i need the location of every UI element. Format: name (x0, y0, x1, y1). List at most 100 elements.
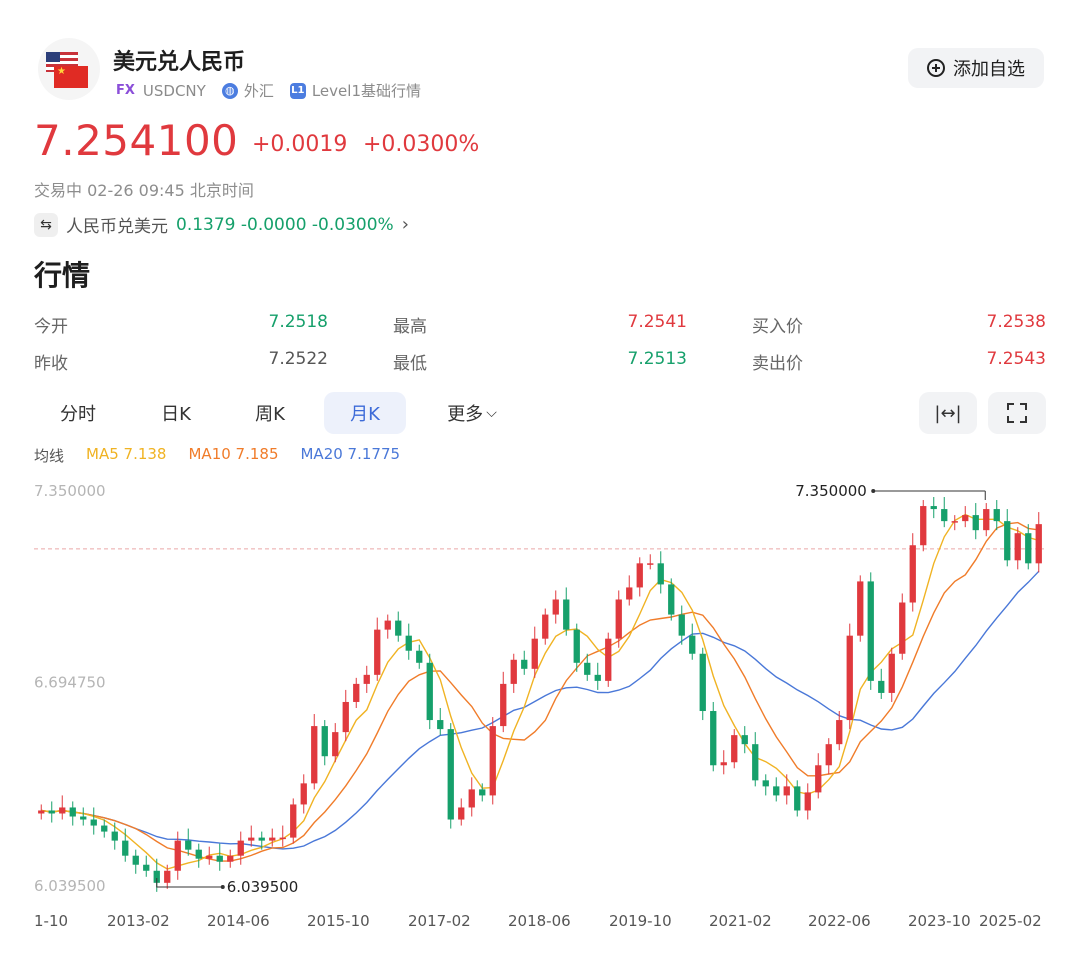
max-marker-dot (871, 489, 876, 493)
x-tick-label: 2025-02 (979, 912, 1042, 930)
y-tick-label: 7.350000 (34, 482, 106, 500)
candle-body (426, 662, 433, 721)
candle-body (237, 840, 244, 856)
candle-body (731, 735, 738, 763)
candle-body (447, 729, 454, 820)
candle-body (542, 614, 549, 639)
candle-body (594, 674, 601, 681)
candle-body (248, 837, 255, 841)
candle-body (710, 711, 717, 766)
x-tick-label: 2021-02 (709, 912, 772, 930)
candle-body (521, 659, 528, 669)
candle-body (111, 831, 118, 841)
candle-body (38, 810, 45, 814)
x-tick-label: 2022-06 (808, 912, 871, 930)
x-tick-label: 2018-06 (508, 912, 571, 930)
candle-body (216, 855, 223, 862)
candle-body (951, 521, 958, 523)
candle-body (468, 789, 475, 808)
x-tick-label: 1-10 (34, 912, 68, 930)
y-tick-label: 6.694750 (34, 674, 106, 692)
candle-body (174, 840, 181, 871)
candle-body (416, 650, 423, 663)
candle-body (615, 599, 622, 639)
candle-body (867, 581, 874, 681)
candle-body (563, 599, 570, 630)
candle-body (741, 735, 748, 745)
candle-body (962, 515, 969, 522)
candle-body (290, 804, 297, 838)
candle-body (300, 783, 307, 805)
candle-body (374, 629, 381, 675)
candle-body (311, 726, 318, 784)
candle-body (993, 509, 1000, 522)
min-price-label: 6.039500 (227, 878, 299, 896)
candle-body (773, 786, 780, 796)
candle-body (384, 620, 391, 630)
candle-body (941, 509, 948, 522)
candle-body (626, 587, 633, 600)
candle-body (1004, 521, 1011, 561)
candle-body (678, 614, 685, 636)
candle-body (804, 792, 811, 811)
max-price-label: 7.350000 (795, 482, 867, 500)
x-tick-label: 2015-10 (307, 912, 370, 930)
candle-body (164, 870, 171, 883)
candle-body (458, 807, 465, 820)
x-tick-label: 2014-06 (207, 912, 270, 930)
candle-body (846, 635, 853, 721)
candle-body (699, 653, 706, 712)
candle-body (899, 602, 906, 654)
candle-body (206, 855, 213, 859)
candle-body (59, 807, 66, 814)
candle-body (668, 584, 675, 615)
candle-body (752, 744, 759, 781)
candle-body (122, 840, 129, 856)
candle-body (227, 855, 234, 862)
candle-body (80, 816, 87, 820)
candle-body (332, 732, 339, 757)
candle-body (1035, 524, 1042, 564)
candle-body (479, 789, 486, 796)
candle-body (783, 786, 790, 796)
y-tick-label: 6.039500 (34, 877, 106, 895)
candle-body (185, 840, 192, 850)
candle-body (836, 720, 843, 745)
candle-body (930, 506, 937, 510)
candle-body (437, 720, 444, 730)
x-tick-label: 2019-10 (609, 912, 672, 930)
min-marker-dot (220, 885, 225, 889)
candle-body (101, 825, 108, 832)
candle-body (794, 786, 801, 811)
candle-body (48, 810, 55, 814)
candle-body (573, 629, 580, 663)
candle-body (972, 515, 979, 531)
candle-body (1014, 533, 1021, 561)
candle-body (689, 635, 696, 654)
candle-body (258, 837, 265, 841)
candle-body (888, 653, 895, 693)
candle-body (552, 599, 559, 615)
candle-body (69, 807, 76, 817)
candle-body (510, 659, 517, 684)
candle-body (584, 662, 591, 675)
candle-body (815, 765, 822, 793)
candle-body (647, 563, 654, 565)
candle-body (395, 620, 402, 636)
candle-body (1025, 533, 1032, 564)
candle-body (909, 545, 916, 603)
x-tick-label: 2023-10 (908, 912, 971, 930)
candle-body (405, 635, 412, 651)
candle-body (657, 563, 664, 585)
candle-body (983, 509, 990, 531)
candle-body (195, 849, 202, 859)
candlestick-chart[interactable]: 7.350000 6.694750 6.039500 7.350000 6.039500… (0, 0, 1080, 960)
candle-body (342, 701, 349, 733)
candle-body (762, 780, 769, 787)
x-tick-label: 2013-02 (107, 912, 170, 930)
candle-body (636, 563, 643, 588)
candle-body (269, 837, 276, 841)
candle-body (132, 855, 139, 865)
candle-body (500, 683, 507, 727)
x-tick-label: 2017-02 (408, 912, 471, 930)
